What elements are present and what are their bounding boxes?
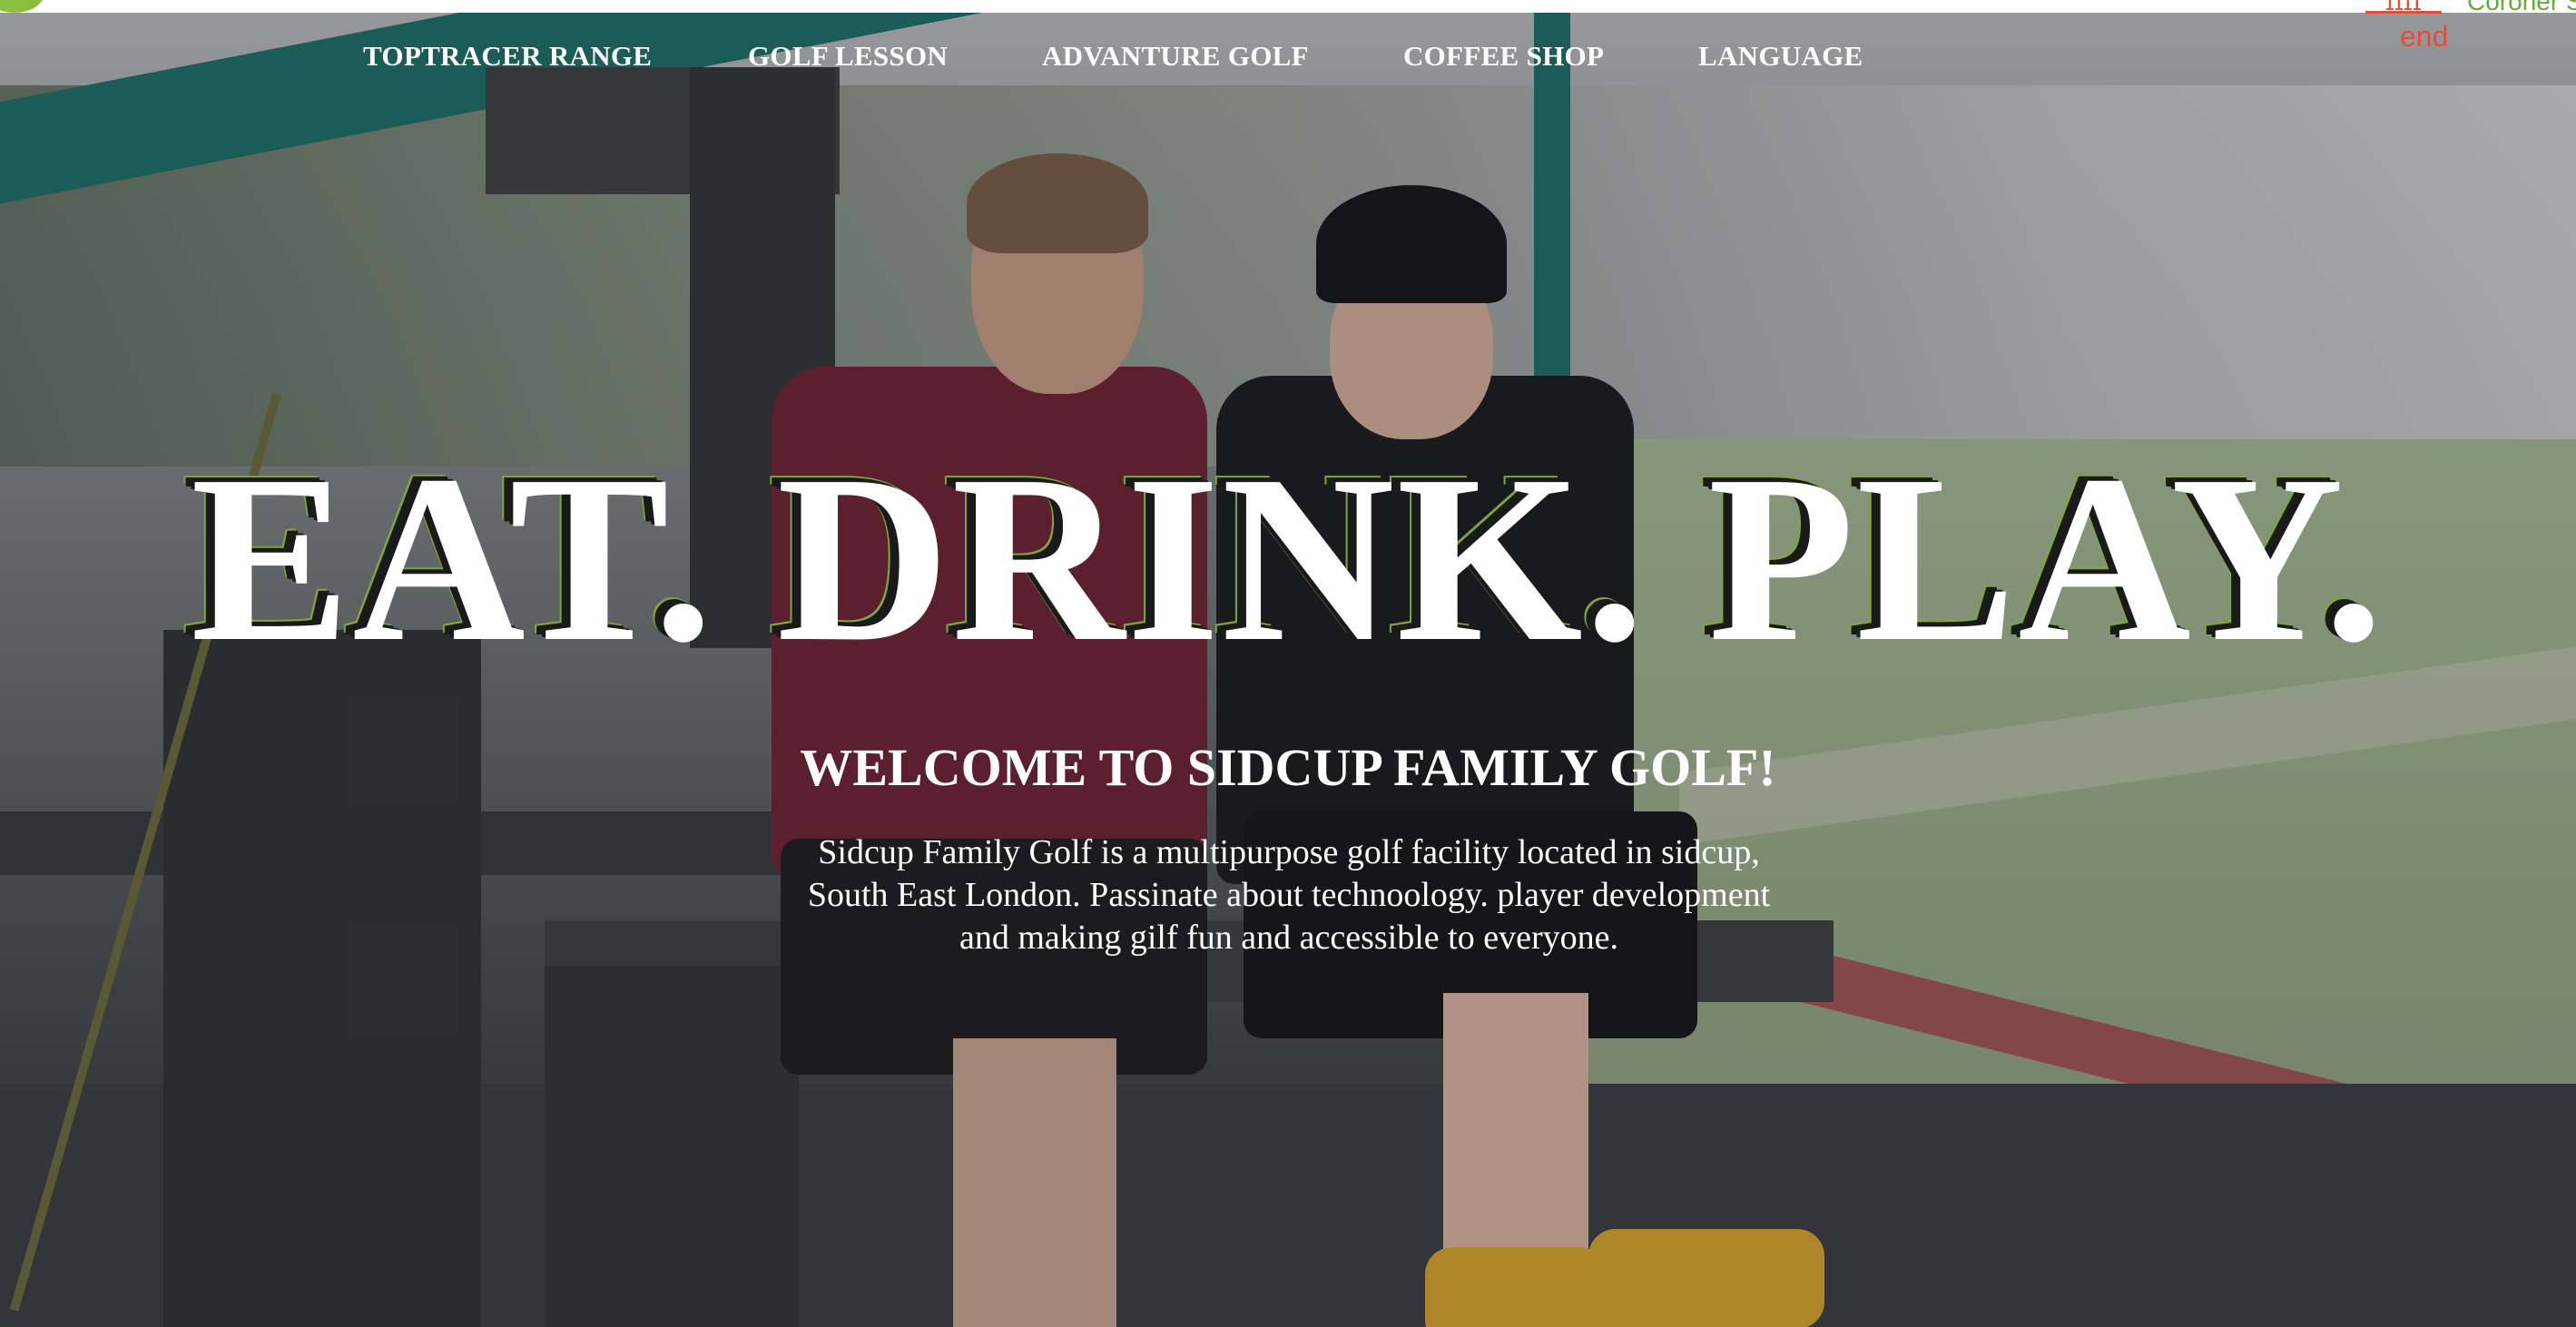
top-right-corner: ɪɪɪɪ Coroner Sta end (2304, 0, 2576, 54)
corner-green-text: Coroner Sta (2467, 0, 2576, 15)
welcome-heading: WELCOME TO SIDCUP FAMILY GOLF! (800, 738, 1776, 797)
corner-tag: ɪɪɪɪ (2385, 0, 2422, 15)
nav-item-advanture-golf[interactable]: ADVANTURE GOLF (1042, 40, 1309, 73)
nav-item-golf-lesson[interactable]: GOLF LESSON (748, 40, 948, 73)
top-bar (0, 0, 2576, 13)
intro-paragraph: Sidcup Family Golf is a multipurpose gol… (772, 831, 1806, 959)
intro-line: Sidcup Family Golf is a multipurpose gol… (818, 833, 1760, 871)
intro-line: South East London. Passinate about techn… (807, 876, 1771, 914)
main-nav: TOPTRACER RANGE GOLF LESSON ADVANTURE GO… (0, 0, 2576, 91)
intro-line: and making gilf fun and accessible to ev… (959, 919, 1618, 957)
nav-item-language[interactable]: LANGUAGE (1698, 40, 1863, 73)
nav-item-coffee-shop[interactable]: COFFEE SHOP (1403, 40, 1604, 73)
hero-headline: EAT. DRINK. PLAY. (191, 427, 2385, 692)
end-label[interactable]: end (2400, 20, 2448, 54)
nav-item-toptracer-range[interactable]: TOPTRACER RANGE (363, 40, 652, 73)
